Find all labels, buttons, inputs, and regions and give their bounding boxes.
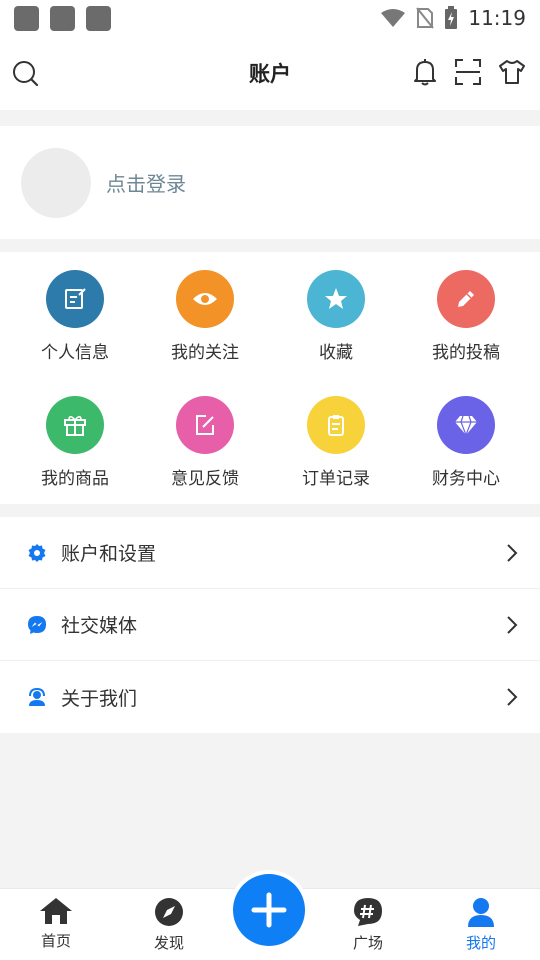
no-sim-icon [416,7,435,29]
grid-item-orders[interactable]: 订单记录 [271,396,401,489]
nav-item-home[interactable]: 首页 [16,897,96,951]
grid-label: 意见反馈 [171,469,239,489]
grid-label: 财务中心 [432,469,500,489]
chevron-right-icon [507,688,518,706]
plus-icon [251,892,287,928]
pencil-icon [437,270,495,328]
support-agent-icon [29,687,45,706]
chevron-right-icon [507,616,518,634]
nav-label: 广场 [352,934,383,952]
nav-item-mine[interactable]: 我的 [441,897,521,953]
status-time: 11:19 [468,6,526,30]
list-item-account-settings[interactable]: 账户和设置 [0,517,540,589]
nav-item-discover[interactable]: 发现 [129,897,209,953]
feedback-edit-icon [176,396,234,454]
settings-list: 账户和设置 社交媒体 关于我们 [0,517,540,733]
avatar[interactable] [21,147,91,218]
star-icon [307,270,365,328]
login-prompt[interactable]: 点击登录 [106,168,186,197]
grid-label: 我的关注 [171,343,239,363]
chevron-right-icon [507,544,518,562]
person-icon [468,898,494,927]
list-item-about-us[interactable]: 关于我们 [0,661,540,733]
add-button[interactable] [233,874,305,946]
nav-item-plaza[interactable]: 广场 [328,897,408,953]
grid-item-submissions[interactable]: 我的投稿 [401,270,531,363]
grid-label: 个人信息 [41,343,109,363]
tshirt-icon[interactable] [498,58,526,86]
settings-gear-icon [28,543,46,562]
grid-item-products[interactable]: 我的商品 [10,396,140,489]
nav-label: 首页 [40,932,71,950]
grid-label: 订单记录 [302,469,370,489]
gift-icon [46,396,104,454]
login-card[interactable]: 点击登录 [0,126,540,239]
notification-icon [50,5,75,31]
bell-icon[interactable] [412,58,438,86]
nav-label: 我的 [465,934,496,952]
grid-item-following[interactable]: 我的关注 [140,270,270,363]
list-item-label: 关于我们 [61,687,138,710]
feature-grid: 个人信息 我的关注 收藏 我的投稿 我的商品 意见反馈 订单记录 财务中心 [0,252,540,504]
nav-label: 发现 [153,934,184,952]
wifi-icon [381,9,406,27]
grid-label: 我的投稿 [432,343,500,363]
grid-item-profile[interactable]: 个人信息 [10,270,140,363]
eye-icon [176,270,234,328]
page-title: 账户 [249,62,291,86]
header: 账户 [0,36,540,110]
diamond-icon [437,396,495,454]
list-item-label: 社交媒体 [61,615,138,637]
notification-icon [86,5,111,31]
grid-item-feedback[interactable]: 意见反馈 [140,396,270,489]
clipboard-icon [307,396,365,454]
hashtag-icon [354,898,382,926]
status-bar: 11:19 [0,0,540,36]
search-icon[interactable] [12,60,40,88]
grid-label: 我的商品 [41,469,109,489]
messenger-icon [28,615,46,634]
profile-edit-icon [46,270,104,328]
notification-icon [14,5,39,31]
list-item-social-media[interactable]: 社交媒体 [0,589,540,661]
home-icon [40,898,72,924]
battery-charging-icon [445,6,458,29]
compass-icon [155,898,183,926]
grid-item-favorites[interactable]: 收藏 [271,270,401,363]
list-item-label: 账户和设置 [61,543,157,565]
scan-icon[interactable] [454,58,482,86]
grid-item-finance[interactable]: 财务中心 [401,396,531,489]
grid-label: 收藏 [319,343,353,363]
